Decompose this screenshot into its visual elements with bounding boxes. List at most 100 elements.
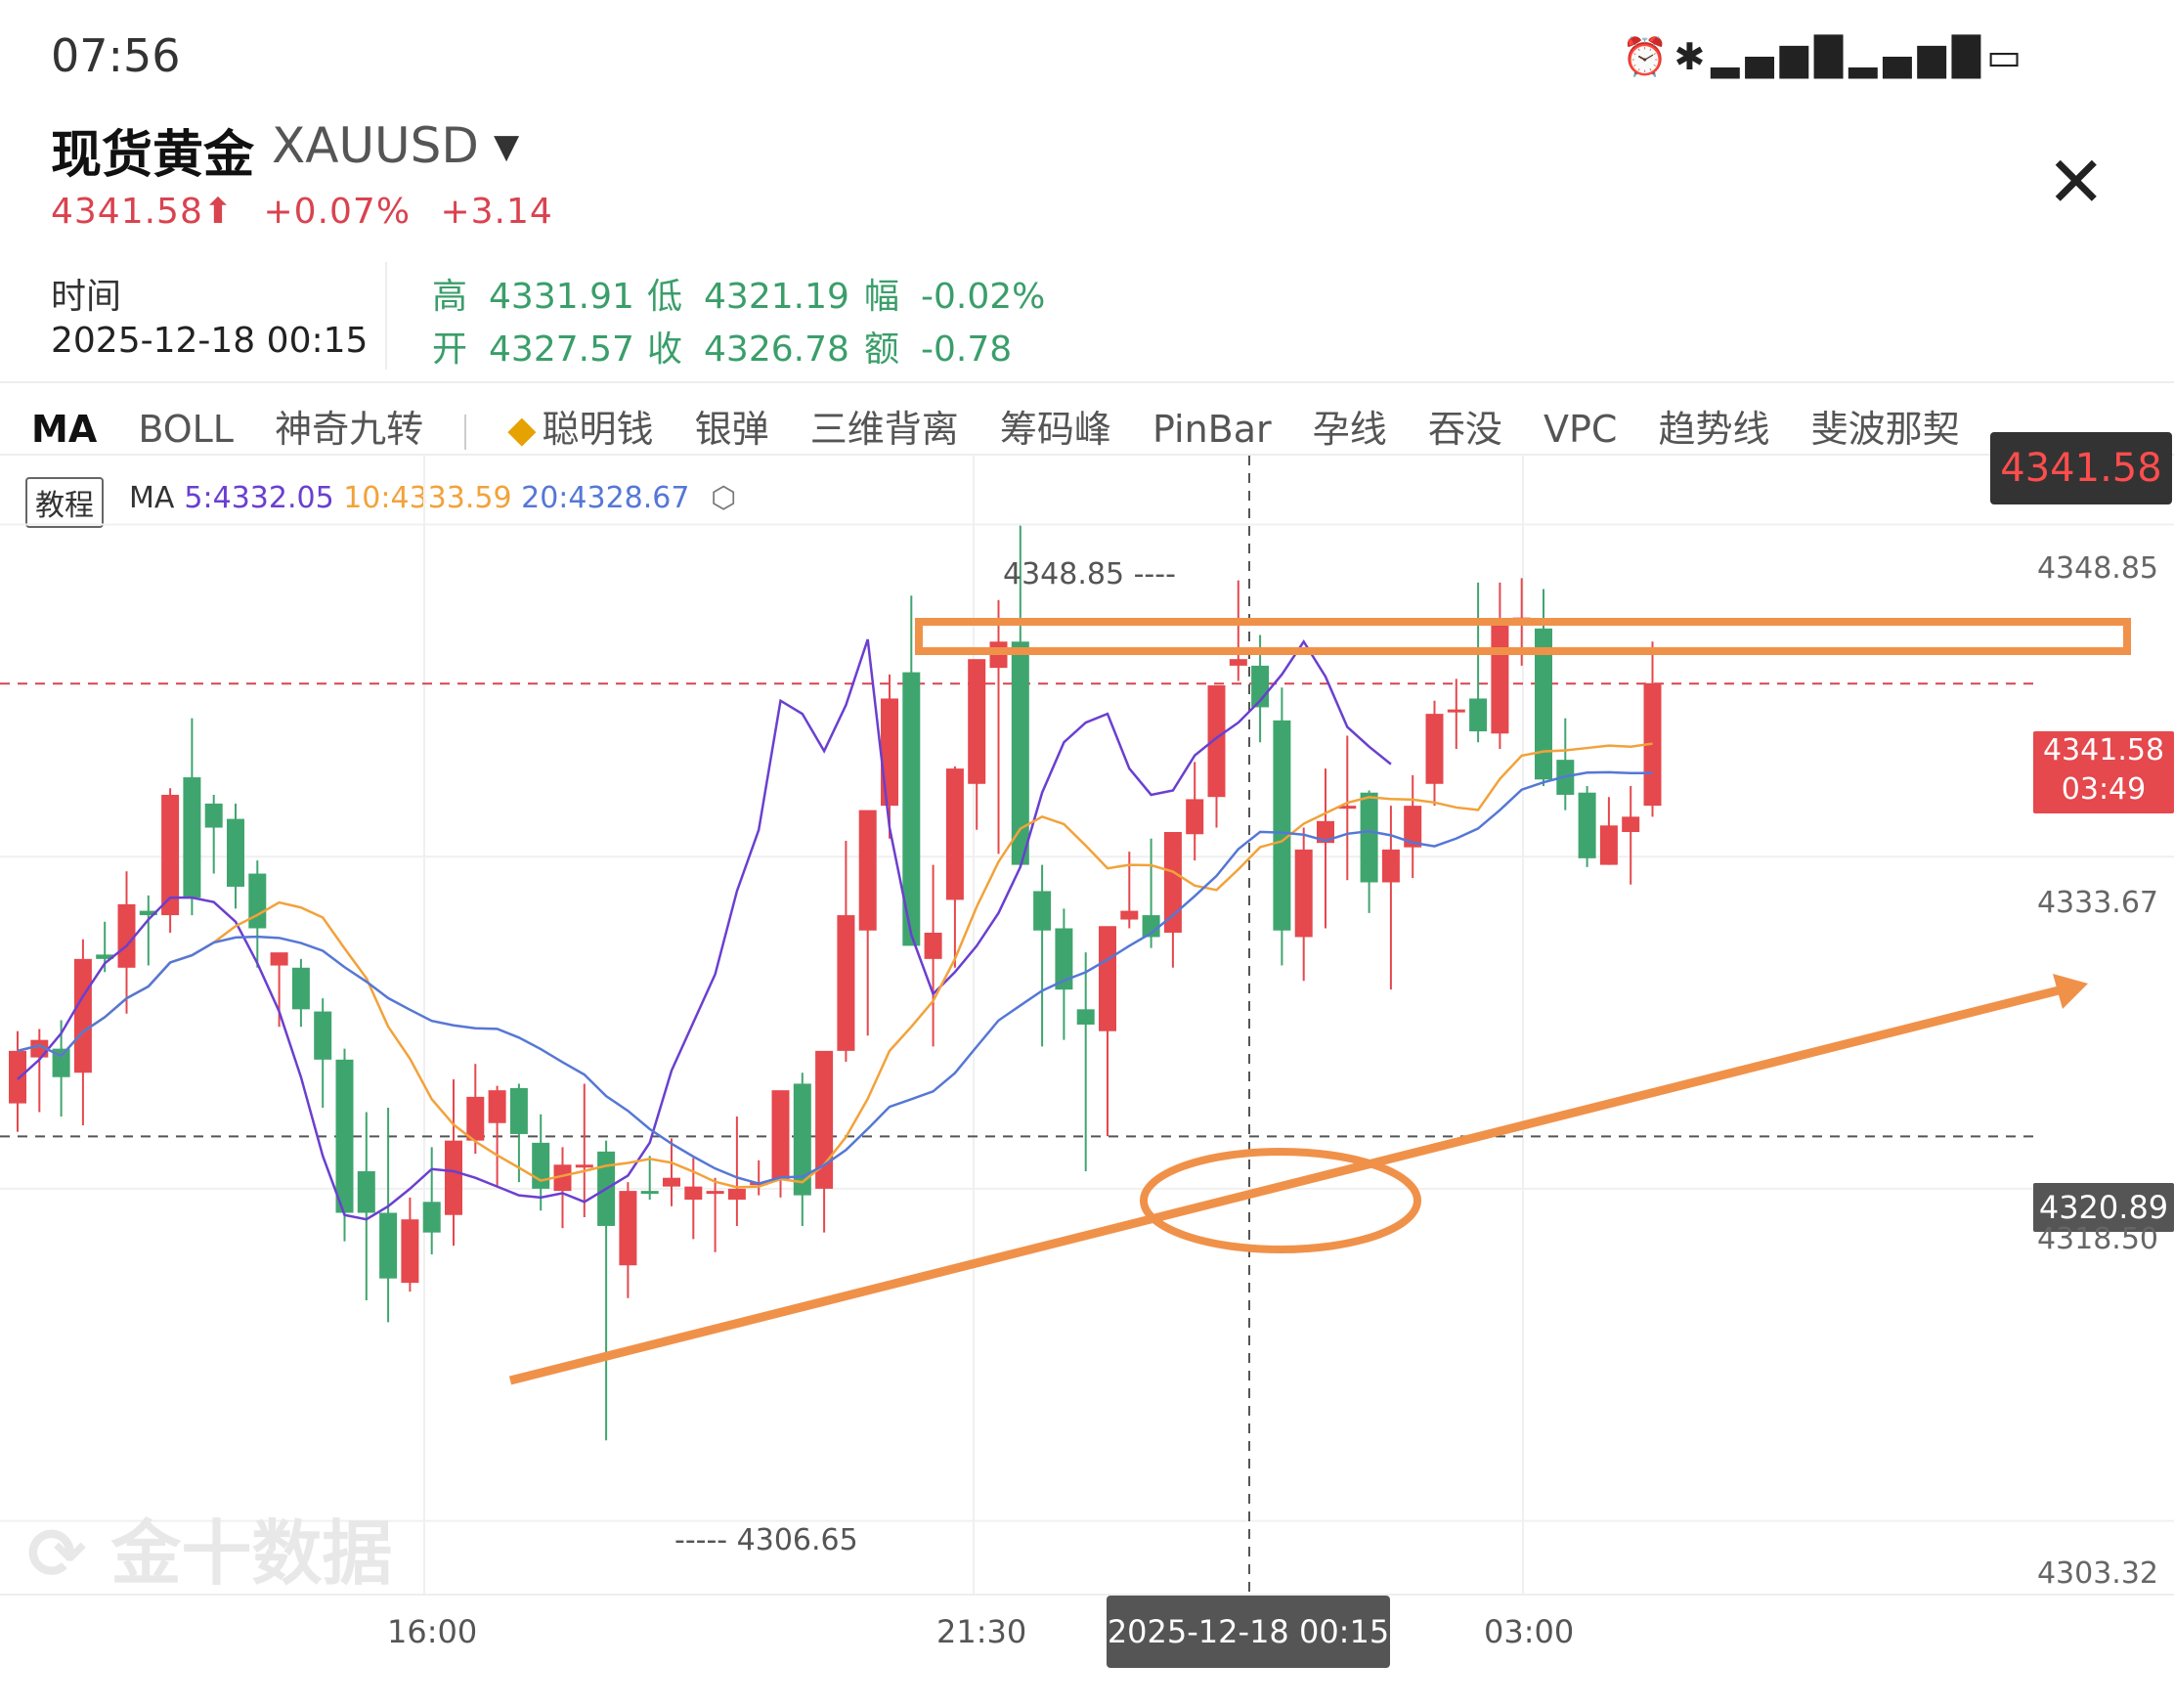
amount-label: 额 <box>864 329 900 370</box>
status-icons: ⏰✱▂▄▆█▂▄▆█▭ <box>1622 35 2027 79</box>
y-tick-label: 4333.67 <box>2036 886 2158 920</box>
page-title: 现货黄金 <box>51 126 255 185</box>
candle-body <box>357 1170 375 1213</box>
candle-body <box>1381 849 1400 883</box>
tab-harami[interactable]: 孕线 <box>1313 399 1387 453</box>
y-tick-label: 4348.85 <box>2036 551 2158 586</box>
symbol-selector[interactable]: XAUUSD <box>272 117 479 174</box>
candle-body <box>1011 641 1029 865</box>
candle-body <box>117 903 136 968</box>
tab-smart-money[interactable]: ◆ 聪明钱 <box>507 399 653 453</box>
alarm-icon: ⏰ <box>1622 35 1674 78</box>
candle-body <box>1273 720 1291 931</box>
candle-body <box>1425 714 1444 784</box>
indicator-toolbar: MA BOLL 神奇九转 ◆ 聪明钱 银弹 三维背离 筹码峰 PinBar 孕线 … <box>31 399 1989 453</box>
candle-body <box>727 1188 746 1201</box>
candle-body <box>924 932 942 959</box>
tab-silver-bullet[interactable]: 银弹 <box>695 399 769 453</box>
ma-lines <box>17 638 1653 1221</box>
candle-body <box>663 1177 680 1187</box>
y-tick-label: 4303.32 <box>2036 1556 2158 1591</box>
candle-body <box>422 1202 441 1233</box>
last-price-tag: 4341.58 <box>1990 432 2172 504</box>
candle-body <box>1229 659 1247 666</box>
status-time: 07:56 <box>51 29 181 82</box>
arrow-head-icon <box>2053 974 2088 1009</box>
amplitude-label: 幅 <box>864 277 900 317</box>
candle-body <box>401 1219 419 1284</box>
countdown-value: 03:49 <box>2061 772 2147 807</box>
tab-fibonacci[interactable]: 斐波那契 <box>1811 399 1960 453</box>
ma5-line <box>17 638 1392 1221</box>
change-absolute: +3.14 <box>440 192 553 232</box>
candle-body <box>1491 619 1509 734</box>
candle-body <box>248 873 267 929</box>
tab-ma[interactable]: MA <box>31 408 97 451</box>
candle-body <box>1599 825 1618 865</box>
candle-body <box>9 1050 26 1104</box>
candle-body <box>706 1191 724 1195</box>
support-circle <box>1140 1148 1421 1253</box>
amount-value: -0.78 <box>921 329 1013 370</box>
candle-body <box>1076 1009 1095 1025</box>
tab-vpc[interactable]: VPC <box>1544 408 1617 451</box>
candle-body <box>1578 792 1596 858</box>
open-label: 开 <box>432 329 468 370</box>
tab-trendline[interactable]: 趋势线 <box>1659 399 1770 453</box>
watermark-logo: ⟳ 金十数据 <box>27 1512 393 1595</box>
tab-pinbar[interactable]: PinBar <box>1152 408 1272 451</box>
chevron-down-icon[interactable]: ▼ <box>494 127 519 166</box>
divider <box>464 414 467 450</box>
high-label: 高 <box>432 277 468 317</box>
candle-body <box>379 1212 398 1279</box>
price-quote: 4341.58⬆ +0.07% +3.14 <box>51 192 571 232</box>
change-percent: +0.07% <box>263 192 412 232</box>
candle-body <box>1447 709 1465 713</box>
candle-body <box>1163 832 1182 933</box>
candle-body <box>183 777 201 898</box>
candle-body <box>73 958 92 1073</box>
tab-chip-peak[interactable]: 筹码峰 <box>1000 399 1111 453</box>
trend-arrow-line <box>508 983 2072 1385</box>
candles <box>9 525 1662 1441</box>
amount-stat: 额 -0.78 <box>864 321 1012 372</box>
crosshair-time-tag: 2025-12-18 00:15 <box>1107 1596 1390 1668</box>
close-label: 收 <box>647 329 683 370</box>
diamond-icon: ◆ <box>507 408 537 451</box>
tab-smart-money-label: 聪明钱 <box>542 408 654 451</box>
tab-magic-nine[interactable]: 神奇九转 <box>275 399 423 453</box>
candle-body <box>1294 849 1313 938</box>
candle-body <box>771 1090 790 1180</box>
tab-engulfing[interactable]: 吞没 <box>1428 399 1502 453</box>
candle-body <box>945 768 964 900</box>
bluetooth-icon: ✱ <box>1674 35 1712 78</box>
open-value: 4327.57 <box>489 329 634 370</box>
candle-body <box>1120 910 1139 920</box>
signal-icon: ▂▄▆█ <box>1848 35 1987 78</box>
candle-body <box>466 1096 485 1141</box>
candle-body <box>1622 816 1640 833</box>
current-price-tag: 4341.58 03:49 <box>2033 731 2174 813</box>
candle-body <box>881 698 898 807</box>
candle-body <box>837 915 855 1051</box>
candle-body <box>204 803 223 828</box>
low-marker: ----- 4306.65 <box>674 1523 858 1557</box>
candle-body <box>291 967 310 1010</box>
x-tick-label: 03:00 <box>1484 1613 1575 1650</box>
candle-body <box>314 1011 332 1060</box>
candle-body <box>270 952 288 966</box>
candle-body <box>445 1140 462 1215</box>
annotations <box>508 618 2131 1385</box>
last-price: 4341.58⬆ <box>51 192 235 232</box>
candle-body <box>1099 926 1116 1031</box>
signal-icon: ▂▄▆█ <box>1711 35 1849 78</box>
candle-body <box>684 1186 703 1201</box>
tab-3d-divergence[interactable]: 三维背离 <box>810 399 959 453</box>
low-stat: 低 4321.19 <box>647 268 849 319</box>
amplitude-value: -0.02% <box>921 277 1046 317</box>
candle-body <box>1033 891 1052 931</box>
tab-boll[interactable]: BOLL <box>138 408 234 451</box>
close-button[interactable]: ✕ <box>2047 147 2106 217</box>
high-stat: 高 4331.91 <box>432 268 634 319</box>
candle-body <box>575 1164 593 1168</box>
